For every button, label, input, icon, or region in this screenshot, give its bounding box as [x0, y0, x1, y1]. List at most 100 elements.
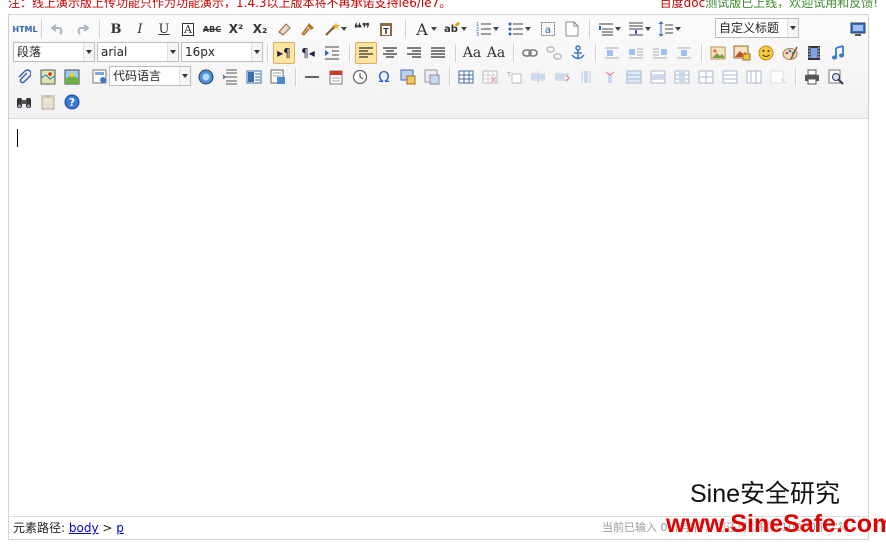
notice-right[interactable]: 百度doc测试版已上线，欢迎试用和反馈!	[660, 0, 878, 8]
drafts-button[interactable]	[37, 91, 59, 113]
attachment-button[interactable]	[13, 66, 35, 88]
justify-full-button[interactable]	[427, 42, 449, 64]
template-button[interactable]	[243, 66, 265, 88]
blockquote-button[interactable]: ❝❞	[351, 18, 373, 40]
code-language-select[interactable]: 代码语言	[109, 66, 191, 86]
html-source-button[interactable]: HTML	[12, 18, 37, 40]
tolowercase-button[interactable]: Aa	[485, 42, 507, 64]
deletetable-button[interactable]	[479, 66, 501, 88]
superscript-button[interactable]: X²	[225, 18, 247, 40]
image-left-button[interactable]	[625, 42, 647, 64]
underline-button[interactable]: U	[153, 18, 175, 40]
splittocells-button[interactable]	[695, 66, 717, 88]
magic-wand-icon	[325, 22, 340, 36]
custom-title-select[interactable]: 自定义标题	[715, 18, 799, 38]
cleardoc-button[interactable]	[561, 18, 583, 40]
link-button[interactable]	[519, 42, 541, 64]
fullscreen-button[interactable]	[847, 18, 869, 40]
subscript-button[interactable]: X₂	[249, 18, 271, 40]
preview-button[interactable]	[825, 66, 847, 88]
horizontal-rule-button[interactable]	[301, 66, 323, 88]
image-center-button[interactable]	[673, 42, 695, 64]
scrawl-button[interactable]	[779, 42, 801, 64]
spechars-button[interactable]: Ω	[373, 66, 395, 88]
notice-bar: 注：线上演示版上传功能只作为功能演示，1.4.3以上版本将不再承诺支持ie6/i…	[8, 0, 878, 8]
doc-link-green[interactable]: 测试版已上线，欢迎试用和反馈!	[705, 0, 878, 8]
element-path-p-link[interactable]: p	[116, 521, 124, 535]
time-button[interactable]	[349, 66, 371, 88]
ltr-direction-button[interactable]: ▸¶	[273, 42, 295, 64]
autotypeset-button[interactable]	[321, 18, 347, 40]
unlink-button[interactable]	[543, 42, 565, 64]
element-path: 元素路径: body > p	[13, 517, 124, 539]
indent-button[interactable]	[321, 42, 343, 64]
rtl-direction-button[interactable]: ¶◂	[297, 42, 319, 64]
help-button[interactable]: ?	[61, 91, 83, 113]
element-path-body-link[interactable]: body	[69, 521, 99, 535]
clock-icon	[352, 69, 368, 85]
paragraph-before-table-icon: T	[506, 71, 522, 84]
music-icon	[832, 45, 844, 60]
editor-content-area[interactable]	[9, 119, 868, 517]
webapp-button[interactable]	[195, 66, 217, 88]
emotion-button[interactable]	[755, 42, 777, 64]
iframe-icon	[92, 69, 107, 84]
mergeright-button[interactable]	[647, 66, 669, 88]
touppercase-button[interactable]: Aa	[461, 42, 483, 64]
strikethrough-button[interactable]: ABC	[201, 18, 223, 40]
date-button[interactable]	[325, 66, 347, 88]
insertimage-button[interactable]	[731, 42, 753, 64]
deletecol-button[interactable]	[599, 66, 621, 88]
paragraph-select[interactable]: 段落	[13, 42, 95, 62]
formatmatch-button[interactable]	[297, 18, 319, 40]
code-language-value: 代码语言	[113, 69, 162, 83]
redo-button[interactable]	[71, 18, 93, 40]
splittocols-button[interactable]	[743, 66, 765, 88]
deleterow-button[interactable]	[551, 66, 573, 88]
splittorows-button[interactable]	[719, 66, 741, 88]
font-family-select[interactable]: arial	[97, 42, 179, 62]
snapscreen-button[interactable]	[397, 66, 419, 88]
insertrow-button[interactable]	[527, 66, 549, 88]
pasteplain-button[interactable]: T	[375, 18, 397, 40]
backcolor-button[interactable]: ab	[441, 18, 467, 40]
merge-cells-icon	[626, 70, 642, 84]
music-button[interactable]	[827, 42, 849, 64]
rowspacingbottom-button[interactable]	[625, 18, 651, 40]
bold-button[interactable]: B	[105, 18, 127, 40]
justify-right-button[interactable]	[403, 42, 425, 64]
insertorderedlist-button[interactable]: 123	[473, 18, 499, 40]
insertframe-button[interactable]	[89, 66, 111, 88]
wordimage-button[interactable]	[421, 66, 443, 88]
selectall-button[interactable]: a	[537, 18, 559, 40]
font-size-select[interactable]: 16px	[181, 42, 263, 62]
background-button[interactable]	[267, 66, 289, 88]
forecolor-button[interactable]: A	[411, 18, 437, 40]
justify-left-button[interactable]	[355, 42, 377, 64]
searchreplace-button[interactable]	[13, 91, 35, 113]
insertparagraphbeforetable-button[interactable]: T	[503, 66, 525, 88]
fontborder-button[interactable]: A	[177, 18, 199, 40]
simpleupload-button[interactable]	[707, 42, 729, 64]
justify-center-button[interactable]	[379, 42, 401, 64]
print-button[interactable]	[801, 66, 823, 88]
image-right-button[interactable]	[649, 42, 671, 64]
insertunorderedlist-button[interactable]	[505, 18, 531, 40]
image-none-button[interactable]	[601, 42, 623, 64]
italic-button[interactable]: I	[129, 18, 151, 40]
map-button[interactable]	[37, 66, 59, 88]
removeformat-button[interactable]	[273, 18, 295, 40]
anchor-button[interactable]	[567, 42, 589, 64]
insertcol-button[interactable]	[575, 66, 597, 88]
mergedown-button[interactable]	[671, 66, 693, 88]
insertvideo-button[interactable]	[803, 42, 825, 64]
pagebreak-button[interactable]	[219, 66, 241, 88]
lineheight-button[interactable]	[655, 18, 681, 40]
mergecells-button[interactable]	[623, 66, 645, 88]
undo-button[interactable]	[47, 18, 69, 40]
gmap-button[interactable]	[61, 66, 83, 88]
doc-link-red[interactable]: 百度doc	[660, 0, 706, 8]
inserttable-button[interactable]	[455, 66, 477, 88]
rowspacingtop-button[interactable]	[595, 18, 621, 40]
charts-button[interactable]	[767, 66, 789, 88]
